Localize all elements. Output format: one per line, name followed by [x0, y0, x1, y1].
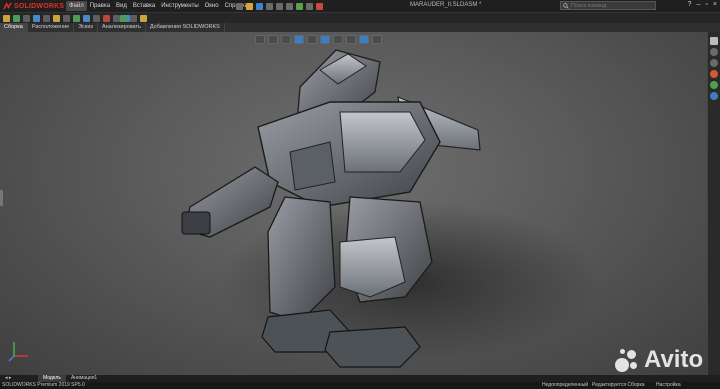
- edit-mode: Редактируется Сборка: [592, 382, 645, 388]
- task-pane: [707, 32, 720, 375]
- feature-tree-flyout-handle[interactable]: [0, 190, 3, 206]
- right-foot-part[interactable]: [324, 326, 421, 368]
- title-bar: SOLIDWORKS Файл Правка Вид Вставка Инстр…: [0, 0, 720, 12]
- graphics-area[interactable]: [0, 32, 708, 375]
- heads-up-view-toolbar: [255, 35, 382, 44]
- component-preview-icon[interactable]: [23, 15, 30, 22]
- avito-logo-icon: [612, 346, 640, 374]
- bill-of-materials-icon[interactable]: [103, 15, 110, 22]
- tab-animation[interactable]: Анимация1: [66, 375, 102, 382]
- search-icon: [563, 2, 569, 9]
- tab-assembly[interactable]: Сборка: [0, 23, 28, 32]
- take-snapshot-icon[interactable]: [130, 15, 137, 22]
- zoom-to-area-icon[interactable]: [268, 35, 278, 44]
- menu-insert[interactable]: Вставка: [130, 1, 158, 11]
- edit-appearance-icon[interactable]: [346, 35, 356, 44]
- ds-logo-icon: [3, 1, 12, 10]
- new-icon[interactable]: [236, 2, 243, 10]
- show-hidden-icon[interactable]: [63, 15, 70, 22]
- reference-triad-icon: [8, 342, 28, 362]
- large-assembly-icon[interactable]: [140, 15, 147, 22]
- close-icon[interactable]: ×: [713, 1, 717, 8]
- main-menu: Файл Правка Вид Вставка Инструменты Окно…: [66, 1, 251, 11]
- definition-state: Недоопределенный: [542, 382, 589, 388]
- view-palette-icon[interactable]: [710, 81, 718, 89]
- command-tabs: Сборка Расположение Эскиз Анализировать …: [0, 23, 720, 32]
- search-input[interactable]: [571, 2, 651, 9]
- open-icon[interactable]: [246, 2, 253, 10]
- insert-component-icon[interactable]: [3, 15, 10, 22]
- command-search: [560, 1, 656, 10]
- display-style-icon[interactable]: [320, 35, 330, 44]
- tab-addins[interactable]: Добавления SOLIDWORKS: [146, 23, 225, 32]
- version-text: SOLIDWORKS Premium 2019 SP5.0: [2, 382, 85, 388]
- assembly-features-icon[interactable]: [73, 15, 80, 22]
- status-bar: SOLIDWORKS Premium 2019 SP5.0 Недоопреде…: [0, 382, 720, 389]
- options-icon[interactable]: [316, 2, 323, 10]
- cannon-muzzle-part[interactable]: [181, 211, 211, 235]
- avito-wordmark: Avito: [644, 346, 704, 373]
- avito-watermark: Avito: [612, 345, 703, 375]
- save-icon[interactable]: [256, 2, 263, 10]
- design-library-icon[interactable]: [710, 59, 718, 67]
- toolbar-group-2: [120, 15, 147, 22]
- reference-geometry-icon[interactable]: [83, 15, 90, 22]
- tab-model[interactable]: Модель: [38, 375, 66, 382]
- resources-icon[interactable]: [710, 48, 718, 56]
- new-motion-study-icon[interactable]: [93, 15, 100, 22]
- tab-sketch[interactable]: Эскиз: [74, 23, 98, 32]
- undo-icon[interactable]: [276, 2, 283, 10]
- toolbar-group-1: [3, 15, 130, 22]
- print-icon[interactable]: [266, 2, 273, 10]
- minimize-icon[interactable]: –: [697, 1, 701, 8]
- file-explorer-icon[interactable]: [710, 70, 718, 78]
- hide-show-items-icon[interactable]: [333, 35, 343, 44]
- menu-edit[interactable]: Правка: [87, 1, 113, 11]
- mate-icon[interactable]: [13, 15, 20, 22]
- select-icon[interactable]: [286, 2, 293, 10]
- document-title: MARAUDER_II.SLDASM *: [410, 2, 482, 8]
- rebuild-icon[interactable]: [296, 2, 303, 10]
- quick-access-toolbar: [236, 1, 323, 11]
- menu-window[interactable]: Окно: [202, 1, 222, 11]
- update-speedpak-icon[interactable]: [120, 15, 127, 22]
- tab-evaluate[interactable]: Анализировать: [98, 23, 146, 32]
- solidworks-logo[interactable]: SOLIDWORKS: [3, 1, 64, 11]
- file-properties-icon[interactable]: [306, 2, 313, 10]
- previous-view-icon[interactable]: [281, 35, 291, 44]
- move-component-icon[interactable]: [53, 15, 60, 22]
- exploded-view-icon[interactable]: [113, 15, 120, 22]
- restore-icon[interactable]: ▫: [705, 1, 707, 8]
- menu-tools[interactable]: Инструменты: [158, 1, 201, 11]
- menu-file[interactable]: Файл: [66, 1, 87, 11]
- custom-settings[interactable]: Настройка: [656, 382, 681, 389]
- view-orientation-icon[interactable]: [307, 35, 317, 44]
- zoom-to-fit-icon[interactable]: [255, 35, 265, 44]
- model-tabs: ◂ ▸ Модель Анимация1: [0, 375, 720, 382]
- linear-pattern-icon[interactable]: [33, 15, 40, 22]
- tab-nav-arrows[interactable]: ◂ ▸: [0, 375, 38, 382]
- help-icon[interactable]: ?: [688, 1, 692, 8]
- section-view-icon[interactable]: [294, 35, 304, 44]
- appearances-icon[interactable]: [710, 92, 718, 100]
- window-controls: ? – ▫ ×: [688, 1, 717, 8]
- apply-scene-icon[interactable]: [359, 35, 369, 44]
- view-settings-icon[interactable]: [372, 35, 382, 44]
- menu-view[interactable]: Вид: [113, 1, 130, 11]
- smart-fasteners-icon[interactable]: [43, 15, 50, 22]
- logo-text: SOLIDWORKS: [14, 2, 65, 10]
- home-icon[interactable]: [710, 37, 718, 45]
- tab-layout[interactable]: Расположение: [28, 23, 75, 32]
- mech-model[interactable]: [0, 32, 708, 375]
